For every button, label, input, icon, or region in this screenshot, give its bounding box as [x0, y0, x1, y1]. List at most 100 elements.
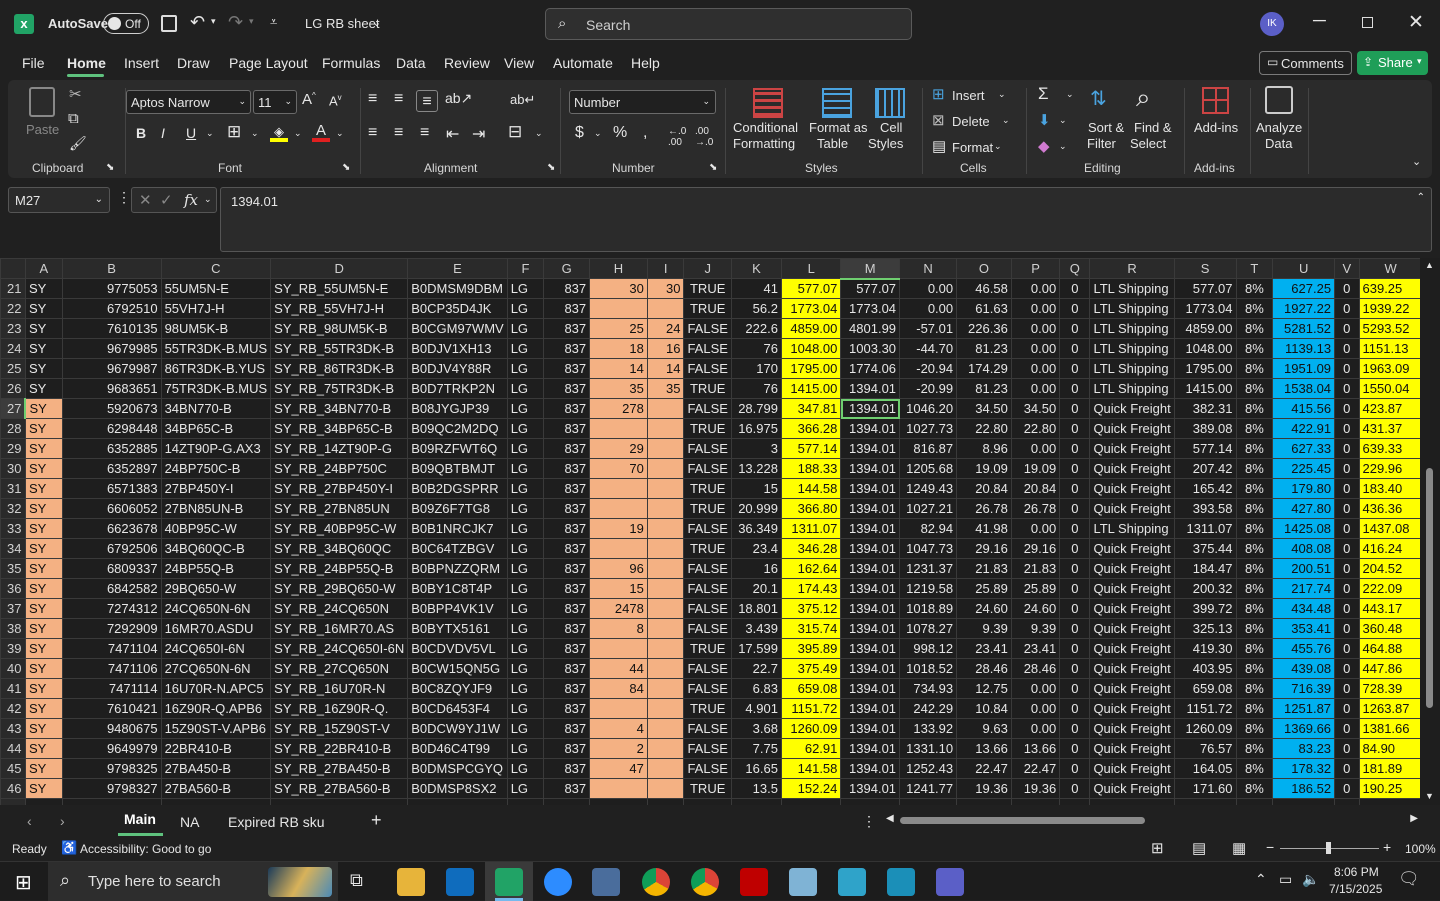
cell-p23[interactable]: 0.00: [1010, 318, 1061, 339]
cell-s46[interactable]: 171.60: [1173, 778, 1237, 799]
cell-u30[interactable]: 225.45: [1272, 458, 1336, 479]
file-explorer-icon[interactable]: [397, 868, 425, 896]
cell-u28[interactable]: 422.91: [1272, 418, 1336, 439]
cell-s21[interactable]: 577.07: [1173, 278, 1237, 299]
cell-t43[interactable]: 8%: [1235, 718, 1274, 739]
cell-q27[interactable]: 0: [1059, 398, 1091, 419]
cell-t22[interactable]: 8%: [1235, 298, 1274, 319]
zoom-slider-thumb[interactable]: [1326, 842, 1331, 854]
cell-o22[interactable]: 61.63: [956, 298, 1012, 319]
column-header-f[interactable]: F: [506, 258, 545, 279]
scroll-left-icon[interactable]: ◀: [886, 813, 894, 824]
cell-i35[interactable]: [646, 558, 685, 579]
cell-p30[interactable]: 19.09: [1010, 458, 1061, 479]
cell-j26[interactable]: TRUE: [683, 378, 732, 399]
cell-l25[interactable]: 1795.00: [780, 358, 842, 379]
cell-f21[interactable]: LG: [506, 278, 545, 299]
cell-a45[interactable]: SY: [24, 758, 63, 779]
network-icon[interactable]: ▭: [1279, 871, 1292, 888]
cell-a24[interactable]: SY: [24, 338, 63, 359]
format-as-table-label-2[interactable]: Table: [817, 136, 848, 152]
cell-c44[interactable]: 22BR410-B: [160, 738, 272, 759]
cell-o21[interactable]: 46.58: [956, 278, 1012, 299]
formula-collapse-icon[interactable]: ⌃: [1417, 192, 1425, 203]
cell-l39[interactable]: 395.89: [780, 638, 842, 659]
find-select-label-1[interactable]: Find &: [1134, 120, 1172, 136]
cell-l32[interactable]: 366.80: [780, 498, 842, 519]
cell-w26[interactable]: 1550.04: [1358, 378, 1423, 399]
cell-a27[interactable]: SY: [24, 398, 63, 419]
cell-q23[interactable]: 0: [1059, 318, 1091, 339]
cell-a38[interactable]: SY: [24, 618, 63, 639]
delete-cells-icon[interactable]: ⊠: [932, 111, 945, 129]
cell-e37[interactable]: B0BPP4VK1V: [407, 598, 508, 619]
cell-j33[interactable]: FALSE: [683, 518, 732, 539]
font-color-icon[interactable]: A: [312, 122, 330, 142]
cell-p35[interactable]: 21.83: [1010, 558, 1061, 579]
cell-l31[interactable]: 144.58: [780, 478, 842, 499]
cell-h28[interactable]: [589, 418, 648, 439]
cell-o43[interactable]: 9.63: [956, 718, 1012, 739]
cell-k21[interactable]: 41: [730, 278, 782, 299]
cell-b26[interactable]: 9683651: [61, 378, 162, 399]
cell-g31[interactable]: 837: [543, 478, 591, 499]
cell-i42[interactable]: [646, 698, 685, 719]
cell-m37[interactable]: 1394.01: [840, 598, 901, 619]
cell-k29[interactable]: 3: [730, 438, 782, 459]
fill-icon[interactable]: ⬇: [1038, 111, 1051, 129]
cell-v31[interactable]: 0: [1334, 478, 1360, 499]
cell-e29[interactable]: B09RZFWT6Q: [407, 438, 508, 459]
cell-r44[interactable]: Quick Freight: [1089, 738, 1175, 759]
cell-g32[interactable]: 837: [543, 498, 591, 519]
cell-s40[interactable]: 403.95: [1173, 658, 1237, 679]
cell-m22[interactable]: 1773.04: [840, 298, 901, 319]
cell-l38[interactable]: 315.74: [780, 618, 842, 639]
cell-q30[interactable]: 0: [1059, 458, 1091, 479]
cell-a28[interactable]: SY: [24, 418, 63, 439]
zoom-level[interactable]: 100%: [1405, 842, 1436, 856]
cell-n32[interactable]: 1027.21: [899, 498, 958, 519]
cell-m25[interactable]: 1774.06: [840, 358, 901, 379]
cell-d24[interactable]: SY_RB_55TR3DK-B: [270, 338, 409, 359]
cell-q26[interactable]: 0: [1059, 378, 1091, 399]
cell-t29[interactable]: 8%: [1235, 438, 1274, 459]
cell-b29[interactable]: 6352885: [61, 438, 162, 459]
windows-start-icon[interactable]: ⊞: [15, 870, 32, 895]
cell-v40[interactable]: 0: [1334, 658, 1360, 679]
cell-g28[interactable]: 837: [543, 418, 591, 439]
cell-v36[interactable]: 0: [1334, 578, 1360, 599]
cell-q21[interactable]: 0: [1059, 278, 1091, 299]
cell-i46[interactable]: [646, 778, 685, 799]
cell-i41[interactable]: [646, 678, 685, 699]
column-header-v[interactable]: V: [1334, 258, 1360, 279]
column-header-h[interactable]: H: [589, 258, 648, 279]
cell-s34[interactable]: 375.44: [1173, 538, 1237, 559]
cell-h36[interactable]: 15: [589, 578, 648, 599]
cell-p27[interactable]: 34.50: [1010, 398, 1061, 419]
alignment-launcher-icon[interactable]: ⬊: [547, 162, 555, 173]
cell-n24[interactable]: -44.70: [899, 338, 958, 359]
cell-g21[interactable]: 837: [543, 278, 591, 299]
cell-p39[interactable]: 23.41: [1010, 638, 1061, 659]
page-break-view-icon[interactable]: ▦: [1232, 839, 1246, 857]
cell-e41[interactable]: B0C8ZQYJF9: [407, 678, 508, 699]
filezilla-icon[interactable]: [740, 868, 768, 896]
cell-a25[interactable]: SY: [24, 358, 63, 379]
row-header[interactable]: 44: [0, 738, 26, 759]
cell-a34[interactable]: SY: [24, 538, 63, 559]
cell-l41[interactable]: 659.08: [780, 678, 842, 699]
cell-m41[interactable]: 1394.01: [840, 678, 901, 699]
cell-k41[interactable]: 6.83: [730, 678, 782, 699]
cell-o41[interactable]: 12.75: [956, 678, 1012, 699]
cell-w44[interactable]: 84.90: [1358, 738, 1423, 759]
cell-d40[interactable]: SY_RB_27CQ650N: [270, 658, 409, 679]
cell-a32[interactable]: SY: [24, 498, 63, 519]
increase-indent-icon[interactable]: ⇥: [472, 124, 485, 144]
cell-v44[interactable]: 0: [1334, 738, 1360, 759]
analyze-data-label-2[interactable]: Data: [1265, 136, 1292, 152]
underline-icon[interactable]: U: [186, 125, 196, 141]
calculator-icon[interactable]: [592, 868, 620, 896]
cell-q37[interactable]: 0: [1059, 598, 1091, 619]
column-header-o[interactable]: O: [956, 258, 1012, 279]
cell-g45[interactable]: 837: [543, 758, 591, 779]
